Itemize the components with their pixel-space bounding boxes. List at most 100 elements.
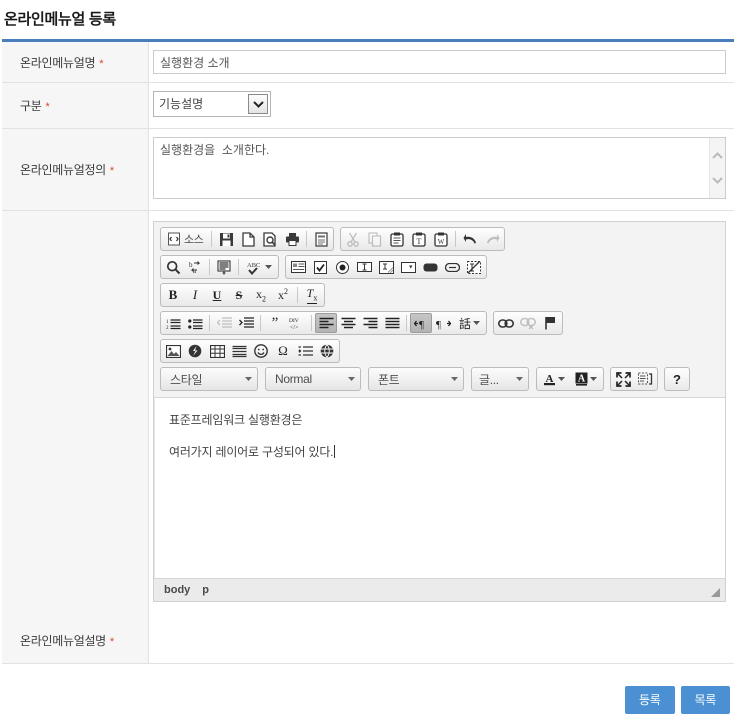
- paste-word-icon[interactable]: W: [430, 229, 452, 249]
- print-icon[interactable]: [281, 229, 303, 249]
- chevron-down-icon[interactable]: [248, 94, 268, 114]
- preview-icon[interactable]: [259, 229, 281, 249]
- cut-icon[interactable]: [342, 229, 364, 249]
- strikethrough-icon[interactable]: S: [228, 285, 250, 305]
- align-left-icon[interactable]: [315, 313, 337, 333]
- about-help-icon[interactable]: ?: [666, 369, 688, 389]
- anchor-icon[interactable]: [539, 313, 561, 333]
- show-blocks-icon[interactable]: [634, 369, 656, 389]
- page-break-icon[interactable]: [294, 341, 316, 361]
- find-icon[interactable]: [162, 257, 184, 277]
- chevron-down-icon: [590, 377, 597, 381]
- image-icon[interactable]: [162, 341, 184, 361]
- text-cursor: [334, 445, 335, 458]
- toolbar-group-tools: [610, 367, 658, 391]
- italic-icon[interactable]: I: [184, 285, 206, 305]
- special-character-icon[interactable]: Ω: [272, 341, 294, 361]
- select-field-icon[interactable]: [397, 257, 419, 277]
- spell-check-icon[interactable]: ABC: [242, 257, 277, 277]
- image-button-icon[interactable]: [441, 257, 463, 277]
- category-select[interactable]: 기능설명: [153, 91, 271, 117]
- paste-icon[interactable]: [386, 229, 408, 249]
- unlink-icon[interactable]: [517, 313, 539, 333]
- language-icon[interactable]: 話: [454, 313, 485, 333]
- table-icon[interactable]: [206, 341, 228, 361]
- toolbar-separator: [455, 231, 456, 247]
- format-combo[interactable]: Normal: [265, 367, 361, 391]
- definition-textarea[interactable]: 실행환경을 소개한다.: [153, 137, 726, 199]
- toolbar-row-2: ba ABC: [158, 255, 721, 280]
- ckeditor-toolbar: 소스: [154, 222, 725, 398]
- toolbar-group-insert: Ω: [160, 339, 340, 363]
- field-cell-category: 기능설명: [149, 83, 735, 129]
- select-all-icon[interactable]: [213, 257, 235, 277]
- path-item-p[interactable]: p: [202, 584, 209, 596]
- bold-icon[interactable]: B: [162, 285, 184, 305]
- replace-icon[interactable]: ba: [184, 257, 206, 277]
- resize-grip-icon[interactable]: [710, 587, 721, 598]
- fontsize-combo[interactable]: 글...: [471, 367, 529, 391]
- chevron-down-icon: [245, 377, 252, 381]
- text-field-icon[interactable]: [353, 257, 375, 277]
- definition-textarea-wrap: 실행환경을 소개한다.: [153, 137, 726, 202]
- label-cell-category: 구분*: [2, 83, 149, 129]
- text-direction-ltr-icon[interactable]: ¶: [410, 313, 432, 333]
- bg-color-icon[interactable]: A: [570, 369, 602, 389]
- remove-format-icon[interactable]: Tx: [301, 285, 323, 305]
- align-center-icon[interactable]: [337, 313, 359, 333]
- form-row-definition: 온라인메뉴얼정의* 실행환경을 소개한다.: [2, 129, 734, 211]
- source-button[interactable]: 소스: [162, 229, 208, 249]
- styles-combo[interactable]: 스타일: [160, 367, 258, 391]
- copy-icon[interactable]: [364, 229, 386, 249]
- editor-paragraph-1: 표준프레임워크 실행환경은: [169, 412, 715, 428]
- horizontal-rule-icon[interactable]: [228, 341, 250, 361]
- maximize-icon[interactable]: [612, 369, 634, 389]
- blockquote-icon[interactable]: ”: [264, 313, 286, 333]
- editor-content-area[interactable]: 표준프레임워크 실행환경은 여러가지 레이어로 구성되어 있다.: [154, 398, 725, 578]
- font-combo[interactable]: 폰트: [368, 367, 464, 391]
- button-icon[interactable]: [419, 257, 441, 277]
- field-cell-definition: 실행환경을 소개한다.: [149, 129, 735, 211]
- iframe-icon[interactable]: [316, 341, 338, 361]
- link-icon[interactable]: [495, 313, 517, 333]
- toolbar-row-3: B I U S: [158, 283, 721, 308]
- undo-icon[interactable]: [459, 229, 481, 249]
- templates-icon[interactable]: [310, 229, 332, 249]
- form-icon[interactable]: [287, 257, 309, 277]
- toolbar-separator: [306, 231, 307, 247]
- text-direction-rtl-icon[interactable]: ¶: [432, 313, 454, 333]
- underline-icon[interactable]: U: [206, 285, 228, 305]
- textarea-icon[interactable]: [375, 257, 397, 277]
- form-row-name: 온라인메뉴얼명*: [2, 41, 734, 83]
- toolbar-group-forms: [285, 255, 487, 279]
- align-justify-icon[interactable]: [381, 313, 403, 333]
- align-right-icon[interactable]: [359, 313, 381, 333]
- outdent-icon[interactable]: [213, 313, 235, 333]
- checkbox-icon[interactable]: [309, 257, 331, 277]
- smiley-icon[interactable]: [250, 341, 272, 361]
- superscript-icon[interactable]: x2: [272, 285, 294, 305]
- toolbar-separator: [406, 315, 407, 331]
- save-icon[interactable]: [215, 229, 237, 249]
- text-color-icon[interactable]: A: [538, 369, 570, 389]
- subscript-icon[interactable]: x2: [250, 285, 272, 305]
- required-mark: *: [45, 101, 49, 113]
- textarea-scrollbar[interactable]: [709, 138, 725, 198]
- chevron-down-icon: [265, 265, 272, 269]
- toolbar-group-document: 소스: [160, 227, 334, 251]
- indent-icon[interactable]: [235, 313, 257, 333]
- form-row-description: 온라인메뉴얼설명* 소스: [2, 211, 734, 664]
- flash-icon[interactable]: [184, 341, 206, 361]
- div-container-icon[interactable]: DIV</>: [286, 313, 308, 333]
- manual-name-input[interactable]: [153, 50, 726, 74]
- path-item-body[interactable]: body: [164, 584, 190, 596]
- toolbar-row-5: Ω: [158, 339, 721, 364]
- radio-icon[interactable]: [331, 257, 353, 277]
- redo-icon[interactable]: [481, 229, 503, 249]
- bulleted-list-icon[interactable]: [184, 313, 206, 333]
- toolbar-separator: [311, 315, 312, 331]
- paste-text-icon[interactable]: T: [408, 229, 430, 249]
- hidden-field-icon[interactable]: [463, 257, 485, 277]
- numbered-list-icon[interactable]: 12: [162, 313, 184, 333]
- new-page-icon[interactable]: [237, 229, 259, 249]
